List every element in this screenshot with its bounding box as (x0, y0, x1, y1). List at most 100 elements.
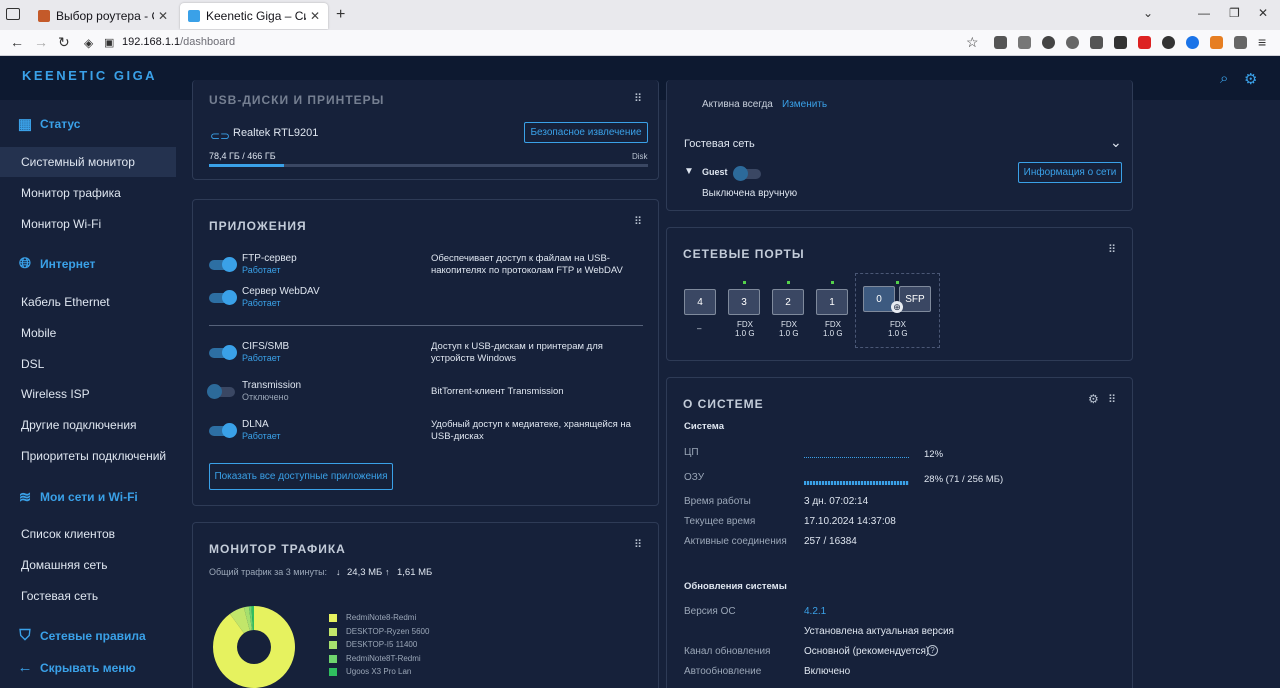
settings-icon[interactable]: ⚙ (1088, 392, 1099, 406)
divider (209, 325, 643, 326)
usb-drive-icon: ⊂⊃ (210, 129, 231, 143)
system-card-title: О СИСТЕМЕ (683, 397, 764, 411)
lock-icon[interactable]: ▣ (104, 36, 114, 49)
close-tab-icon[interactable]: ✕ (310, 9, 320, 23)
extensions-puzzle-icon[interactable] (1234, 36, 1247, 49)
sidebar-section-internet[interactable]: 🌐︎ Интернет (16, 255, 95, 272)
sidebar-section-wifi[interactable]: ≋ Мои сети и Wi-Fi (16, 488, 138, 506)
sfp-port[interactable]: SFP (899, 286, 931, 312)
sidebar-section-label: Статус (40, 117, 81, 131)
show-all-apps-button[interactable]: Показать все доступные приложения (209, 463, 393, 490)
history-icon[interactable] (1066, 36, 1079, 49)
app-description: BitTorrent-клиент Transmission (431, 386, 564, 397)
port-2[interactable]: 2 (772, 289, 804, 315)
extension-icon[interactable] (1162, 36, 1175, 49)
gear-icon[interactable]: ⚙ (1244, 70, 1257, 88)
dlna-toggle[interactable] (209, 423, 237, 438)
usb-usage-bar (209, 164, 648, 167)
adblock-icon[interactable] (1138, 36, 1151, 49)
guest-ssid: Guest (702, 167, 728, 177)
ftp-toggle[interactable] (209, 257, 237, 272)
sidebar-item-traffic-monitor[interactable]: Монитор трафика (0, 178, 176, 208)
app-status: Работает (242, 353, 281, 363)
guest-toggle[interactable] (733, 166, 761, 181)
port-number: 1 (829, 296, 835, 308)
port-3[interactable]: 3 (728, 289, 760, 315)
chevron-down-icon[interactable]: ⌄ (1110, 134, 1122, 151)
back-icon[interactable]: ← (10, 34, 24, 50)
shield-icon[interactable]: ◈ (84, 36, 93, 50)
pocket-icon[interactable] (994, 36, 1007, 49)
webdav-toggle[interactable] (209, 290, 237, 305)
new-tab-icon[interactable]: + (336, 6, 345, 24)
app-description: накопителях по протоколам FTP и WebDAV (431, 265, 623, 276)
app-name: CIFS/SMB (242, 341, 290, 352)
port-state: – (697, 324, 702, 333)
sidebar-item-home-network[interactable]: Домашняя сеть (0, 550, 176, 580)
sidebar-item-wifi-monitor[interactable]: Монитор Wi-Fi (0, 209, 176, 239)
sidebar-item-mobile[interactable]: Mobile (0, 318, 176, 348)
globe-icon: ⊕ (891, 301, 903, 313)
sidebar-item-guest-network[interactable]: Гостевая сеть (0, 581, 176, 611)
sidebar-item-dsl[interactable]: DSL (0, 349, 176, 379)
close-window-icon[interactable]: ✕ (1258, 6, 1268, 20)
drag-handle-icon[interactable]: ⠿ (634, 92, 642, 105)
legend-label: RedmiNote8T-Redmi (346, 653, 421, 663)
network-info-button[interactable]: Информация о сети (1018, 162, 1122, 183)
change-link[interactable]: Изменить (782, 99, 827, 110)
sidebar-item-ethernet[interactable]: Кабель Ethernet (0, 287, 176, 317)
sidebar-item-wireless-isp[interactable]: Wireless ISP (0, 379, 176, 409)
sidebar-section-status[interactable]: ▦ Статус (16, 115, 81, 133)
browser-tab-bar: Выбор роутера - Сторінка 789 ✕ Keenetic … (0, 0, 1280, 30)
collapse-menu-button[interactable]: ← Скрывать меню (16, 659, 136, 676)
usb-card-title: USB-ДИСКИ И ПРИНТЕРЫ (209, 93, 385, 107)
drag-handle-icon[interactable]: ⠿ (634, 538, 642, 551)
minimize-icon[interactable]: — (1198, 6, 1210, 20)
drag-handle-icon[interactable]: ⠿ (634, 215, 642, 228)
extension-icon[interactable] (1018, 36, 1031, 49)
os-version-link[interactable]: 4.2.1 (804, 606, 826, 617)
wifi-active-state: Активна всегда (702, 99, 773, 110)
sidebar-item-clients[interactable]: Список клиентов (0, 519, 176, 549)
sidebar-section-label: Сетевые правила (40, 628, 146, 643)
tab-overflow-icon[interactable]: ⌄ (1143, 6, 1153, 20)
drag-handle-icon[interactable]: ⠿ (1108, 243, 1116, 256)
port-speed: 1.0 G (779, 329, 799, 338)
sidebar-item-system-monitor[interactable]: Системный монитор (0, 147, 176, 177)
search-icon[interactable]: ⌕ (1220, 70, 1228, 87)
account-icon[interactable] (1042, 36, 1055, 49)
port-4[interactable]: 4 (684, 289, 716, 315)
browser-tab-active[interactable]: Keenetic Giga – Системный мо ✕ (180, 3, 328, 29)
safe-eject-button[interactable]: Безопасное извлечение (524, 122, 648, 143)
glasses-icon[interactable] (1114, 36, 1127, 49)
close-tab-icon[interactable]: ✕ (158, 9, 168, 23)
restore-icon[interactable]: ❐ (1229, 6, 1240, 20)
app-status: Работает (242, 298, 281, 308)
port-1[interactable]: 1 (816, 289, 848, 315)
port-duplex: FDX (890, 320, 906, 329)
help-icon[interactable]: ? (927, 645, 938, 656)
uptime-value: 3 дн. 07:02:14 (804, 496, 869, 507)
sidebar-item-other-connections[interactable]: Другие подключения (0, 410, 176, 440)
reload-icon[interactable]: ↻ (58, 34, 70, 51)
auto-update-label: Автообновление (684, 666, 762, 677)
tab-list-icon[interactable] (6, 8, 20, 20)
sidebar-section-rules[interactable]: ⛉ Сетевые правила (16, 627, 146, 644)
app-description: Доступ к USB-дискам и принтерам для (431, 341, 603, 352)
address-bar[interactable]: 192.168.1.1/dashboard (122, 36, 235, 48)
bookmark-star-icon[interactable]: ☆ (966, 34, 979, 51)
app-name: DLNA (242, 419, 269, 430)
drag-handle-icon[interactable]: ⠿ (1108, 393, 1116, 406)
extension-icon[interactable] (1186, 36, 1199, 49)
extension-icon[interactable] (1090, 36, 1103, 49)
metamask-icon[interactable] (1210, 36, 1223, 49)
transmission-toggle[interactable] (207, 384, 235, 399)
keenetic-logo: KEENETIC GIGA (22, 68, 158, 83)
smb-toggle[interactable] (209, 345, 237, 360)
menu-icon[interactable]: ≡ (1258, 34, 1266, 50)
port-speed: 1.0 G (823, 329, 843, 338)
browser-tab-inactive[interactable]: Выбор роутера - Сторінка 789 ✕ (30, 3, 176, 29)
app-status: Работает (242, 265, 281, 275)
forward-icon[interactable]: → (34, 34, 48, 50)
sidebar-item-connection-priorities[interactable]: Приоритеты подключений (0, 441, 176, 471)
